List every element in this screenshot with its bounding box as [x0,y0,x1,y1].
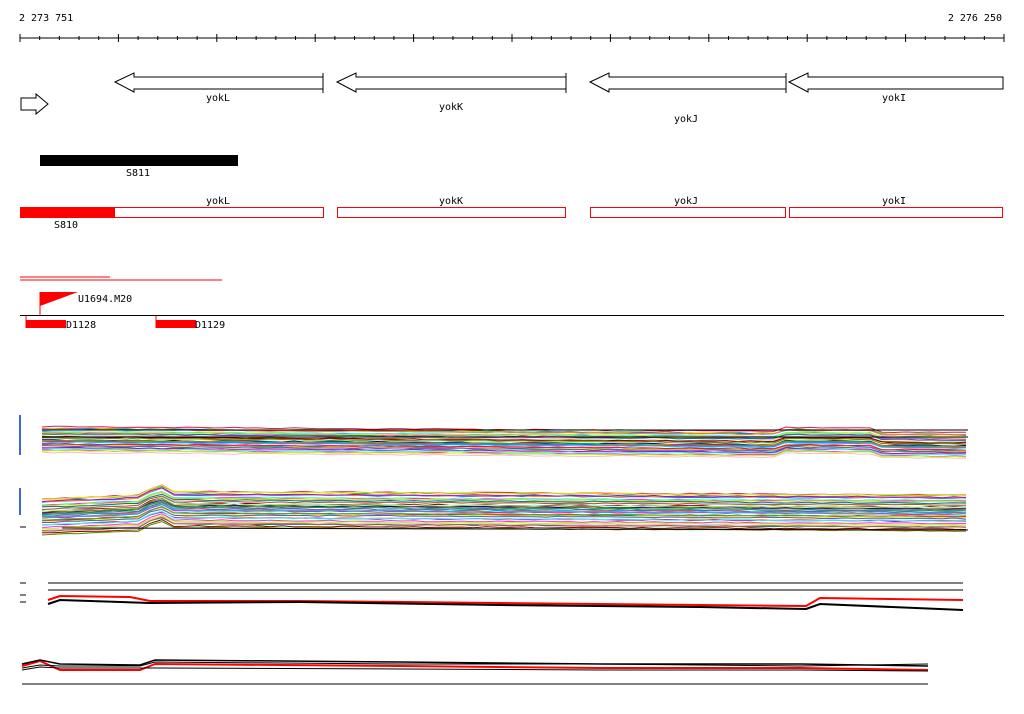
gene-yokK[interactable]: yokK [335,72,567,113]
segment-label-S810: S810 [54,220,78,231]
marker-bar[interactable] [26,320,66,328]
gene-box-yokI[interactable] [789,207,1003,218]
gene-label-yokI: yokI [882,93,906,104]
marker-bar[interactable] [156,320,196,328]
expression-1-series-line [41,451,967,459]
gene-arrow-icon[interactable] [113,72,324,93]
gene-box-yokJ[interactable] [590,207,786,218]
gene-yokL[interactable]: yokL [113,72,324,104]
gene-box-label-yokJ: yokJ [674,196,698,207]
genome-browser-view: 2 273 751 2 276 250 yokL yokK yokJ yokI … [0,0,1024,714]
segment-S811[interactable]: S811 [40,155,238,179]
gene-yokI[interactable]: yokI [787,72,1004,104]
marker-D1128[interactable]: D1128 [25,316,96,331]
expression-4-series-line [21,659,929,667]
forward-arrow-icon[interactable] [20,92,49,116]
annotation-U1694[interactable]: U1694.M20 [39,292,132,316]
gene-track: yokL yokK yokJ yokI [113,72,1004,125]
annotation-label-U1694: U1694.M20 [78,294,132,305]
gene-label-yokJ: yokJ [674,114,698,125]
segment-label-S811: S811 [126,168,150,179]
marker-D1129[interactable]: D1129 [155,316,225,331]
expression-track-3 [20,582,964,611]
expression-track-1 [19,415,968,459]
segment-bar[interactable] [40,155,238,166]
gene-label-yokL: yokL [206,93,230,104]
coordinate-ruler [19,34,1005,42]
track-canvas: yokL yokK yokJ yokI S811 yokL S810 yokK … [19,34,1005,685]
marker-label-D1128: D1128 [66,320,96,331]
gene-yokJ[interactable]: yokJ [588,72,787,125]
gene-label-yokK: yokK [439,102,463,113]
gene-box-label-yokI: yokI [882,196,906,207]
expression-track-2 [19,484,969,536]
expression-track-4 [21,659,929,685]
gene-arrow-icon[interactable] [335,72,567,93]
flag-icon[interactable] [40,292,78,306]
marker-label-D1129: D1129 [195,320,225,331]
gene-box-label-yokL: yokL [206,196,230,207]
gene-arrow-icon[interactable] [787,72,1004,93]
gene-box-yokK[interactable] [337,207,566,218]
gene-box-label-yokK: yokK [439,196,463,207]
gene-arrow-icon[interactable] [588,72,787,93]
segment-S810-fill[interactable] [20,207,115,218]
gene-box-track: yokL S810 yokK yokJ yokI [20,196,1003,231]
